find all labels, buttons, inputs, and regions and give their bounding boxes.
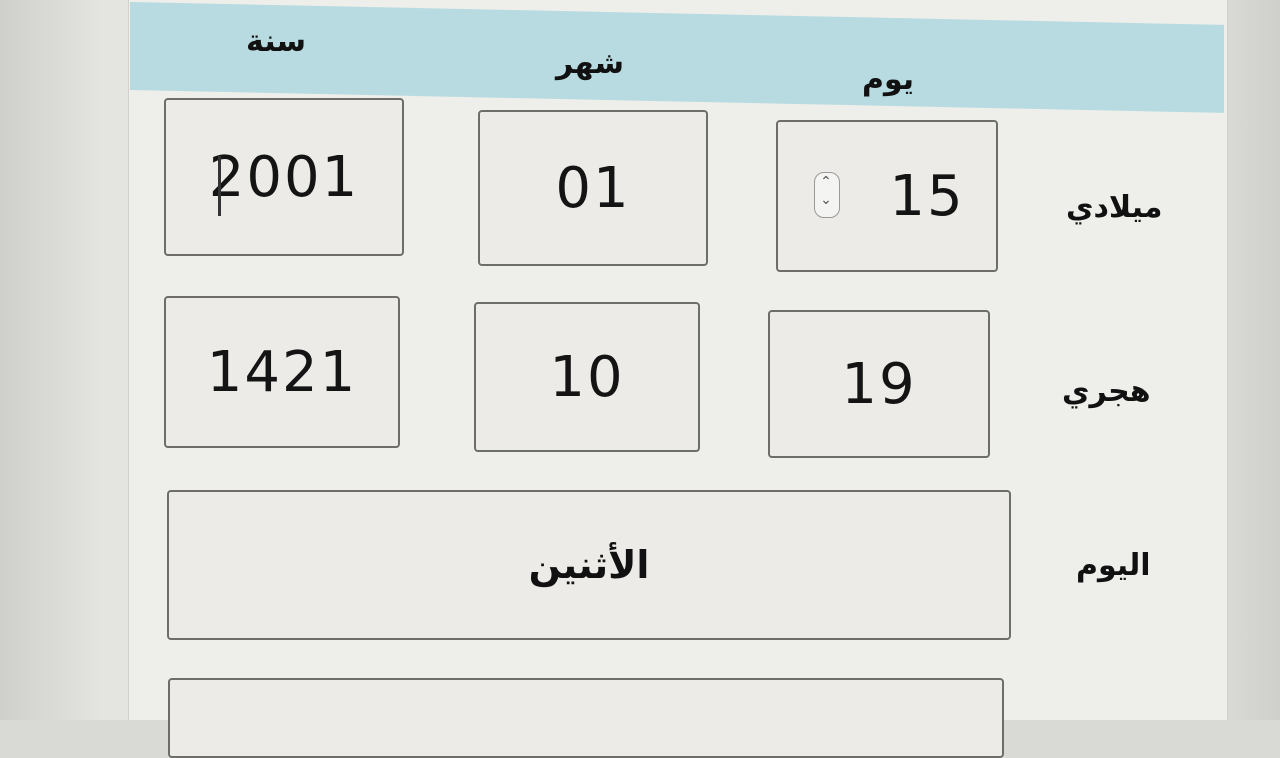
gregorian-year-input[interactable]: 2001 [164,98,404,256]
hijri-year-value: 1421 [206,339,358,405]
column-header-year: سنة [246,24,306,59]
hijri-year-input[interactable]: 1421 [164,296,400,448]
gregorian-month-value: 01 [555,155,631,221]
column-header-day: يوم [862,62,915,97]
weekday-output: الأثنين [167,490,1011,640]
column-header-month: شهر [556,46,624,81]
weekday-value: الأثنين [528,543,650,587]
hijri-day-input[interactable]: 19 [768,310,990,458]
next-output-field [168,678,1004,758]
spin-stepper-icon[interactable]: ⌃ ⌄ [814,172,840,218]
row-label-hijri: هجري [1062,374,1151,409]
row-label-gregorian: ميلادي [1066,190,1163,225]
gregorian-year-value: 2001 [208,144,360,210]
gregorian-day-value: 15 [889,163,965,229]
hijri-day-value: 19 [841,351,917,417]
gregorian-day-input[interactable]: ⌃ ⌄ 15 [776,120,998,272]
row-label-weekday: اليوم [1076,548,1151,583]
gregorian-month-input[interactable]: 01 [478,110,708,266]
hijri-month-input[interactable]: 10 [474,302,700,452]
text-caret [218,156,221,216]
hijri-month-value: 10 [549,344,625,410]
